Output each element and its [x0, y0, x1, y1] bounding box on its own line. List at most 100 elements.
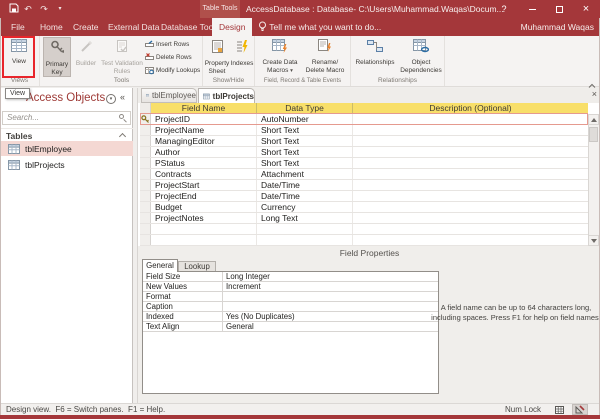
maximize-button[interactable]: [551, 0, 567, 18]
row-selector[interactable]: [140, 147, 151, 157]
row-selector[interactable]: [140, 191, 151, 201]
field-name-cell[interactable]: Contracts: [151, 169, 257, 179]
grid-row-contracts[interactable]: Contracts Attachment: [140, 169, 588, 180]
data-type-cell[interactable]: Currency: [257, 202, 353, 212]
grid-row-projectnotes[interactable]: ProjectNotes Long Text: [140, 213, 588, 224]
tab-general[interactable]: General: [142, 259, 178, 272]
row-selector[interactable]: [140, 158, 151, 168]
property-row-field-size[interactable]: Field Size Long Integer: [143, 272, 438, 282]
minimize-button[interactable]: [524, 0, 540, 18]
row-selector[interactable]: [140, 202, 151, 212]
field-name-cell[interactable]: ProjectNotes: [151, 213, 257, 223]
undo-icon[interactable]: ↶: [22, 3, 34, 15]
property-value[interactable]: General: [223, 322, 438, 331]
col-header-data-type[interactable]: Data Type: [257, 103, 353, 114]
property-row-indexed[interactable]: Indexed Yes (No Duplicates): [143, 312, 438, 322]
description-cell[interactable]: [353, 169, 588, 179]
create-data-macros-button[interactable]: Create Data Macros ▾: [259, 37, 301, 77]
field-name-cell[interactable]: PStatus: [151, 158, 257, 168]
scroll-down-icon[interactable]: [588, 235, 599, 246]
grid-row-author[interactable]: Author Short Text: [140, 147, 588, 158]
description-cell[interactable]: [353, 147, 588, 157]
nav-item-tblemployee[interactable]: tblEmployee: [0, 141, 133, 156]
redo-icon[interactable]: ↷: [38, 3, 50, 15]
row-selector[interactable]: [140, 136, 151, 146]
property-value[interactable]: [223, 302, 438, 311]
grid-row-projectname[interactable]: ProjectName Short Text: [140, 125, 588, 136]
property-row-format[interactable]: Format: [143, 292, 438, 302]
property-row-caption[interactable]: Caption: [143, 302, 438, 312]
data-type-cell[interactable]: Short Text: [257, 158, 353, 168]
doc-tab-tblprojects[interactable]: tblProjects: [198, 88, 255, 103]
row-selector[interactable]: [140, 224, 151, 234]
data-type-cell[interactable]: Date/Time: [257, 191, 353, 201]
test-validation-rules-button[interactable]: Test Validation Rules: [99, 37, 145, 77]
row-selector[interactable]: [140, 235, 151, 245]
data-type-cell[interactable]: Short Text: [257, 136, 353, 146]
row-selector[interactable]: [140, 213, 151, 223]
row-selector[interactable]: [140, 180, 151, 190]
nav-menu-chevron-icon[interactable]: ▾: [106, 94, 116, 104]
close-document-icon[interactable]: ×: [592, 89, 597, 99]
object-dependencies-button[interactable]: Object Dependencies: [399, 37, 443, 77]
primary-key-button[interactable]: Primary Key: [43, 37, 71, 77]
data-type-cell[interactable]: Attachment: [257, 169, 353, 179]
property-value[interactable]: [223, 292, 438, 301]
description-cell[interactable]: [353, 202, 588, 212]
indexes-button[interactable]: Indexes: [230, 37, 254, 77]
modify-lookups-button[interactable]: Modify Lookups: [145, 64, 201, 76]
data-type-cell[interactable]: Short Text: [257, 147, 353, 157]
collapse-section-icon[interactable]: [119, 133, 126, 140]
delete-rows-button[interactable]: Delete Rows: [145, 51, 201, 63]
grid-row-empty[interactable]: [140, 224, 588, 235]
grid-row-projectstart[interactable]: ProjectStart Date/Time: [140, 180, 588, 191]
shutter-close-icon[interactable]: «: [120, 92, 125, 102]
property-row-text-align[interactable]: Text Align General: [143, 322, 438, 332]
scroll-up-icon[interactable]: [588, 114, 599, 125]
grid-row-projectid[interactable]: ProjectID AutoNumber: [140, 114, 588, 125]
collapse-ribbon-icon[interactable]: [588, 76, 596, 82]
col-header-field-name[interactable]: Field Name: [151, 103, 257, 114]
insert-rows-button[interactable]: Insert Rows: [145, 38, 201, 50]
tab-home[interactable]: Home: [33, 18, 70, 36]
row-selector[interactable]: [140, 114, 151, 124]
col-header-description[interactable]: Description (Optional): [353, 103, 588, 114]
description-cell[interactable]: [353, 180, 588, 190]
property-value[interactable]: Long Integer: [223, 272, 438, 281]
grid-row-projectend[interactable]: ProjectEnd Date/Time: [140, 191, 588, 202]
field-name-cell[interactable]: Author: [151, 147, 257, 157]
grid-row-pstatus[interactable]: PStatus Short Text: [140, 158, 588, 169]
grid-row-budget[interactable]: Budget Currency: [140, 202, 588, 213]
tab-design[interactable]: Design: [212, 18, 252, 36]
description-cell[interactable]: [353, 136, 588, 146]
help-button[interactable]: ?: [496, 0, 512, 18]
description-cell[interactable]: [353, 213, 588, 223]
close-button[interactable]: ×: [578, 0, 594, 18]
property-sheet-button[interactable]: Property Sheet: [204, 37, 230, 77]
nav-section-tables[interactable]: Tables: [0, 128, 133, 141]
grid-row-managingeditor[interactable]: ManagingEditor Short Text: [140, 136, 588, 147]
field-name-cell[interactable]: ProjectStart: [151, 180, 257, 190]
property-value[interactable]: Increment: [223, 282, 438, 291]
row-selector[interactable]: [140, 169, 151, 179]
property-value[interactable]: Yes (No Duplicates): [223, 312, 438, 321]
data-type-cell[interactable]: Long Text: [257, 213, 353, 223]
tell-me-box[interactable]: Tell me what you want to do...: [258, 18, 381, 36]
description-cell[interactable]: [353, 191, 588, 201]
description-cell[interactable]: [353, 125, 588, 135]
tab-create[interactable]: Create: [66, 18, 106, 36]
row-selector[interactable]: [140, 125, 151, 135]
search-icon[interactable]: [119, 114, 127, 122]
nav-pane-title[interactable]: Access Objects: [26, 92, 105, 104]
search-input[interactable]: Search...: [2, 111, 131, 125]
field-name-cell[interactable]: ProjectEnd: [151, 191, 257, 201]
design-view-button[interactable]: [572, 404, 588, 415]
description-cell[interactable]: [353, 114, 588, 124]
tab-file[interactable]: File: [4, 18, 32, 36]
data-type-cell[interactable]: Date/Time: [257, 180, 353, 190]
field-name-cell[interactable]: Budget: [151, 202, 257, 212]
grid-scrollbar[interactable]: [588, 103, 599, 246]
nav-item-tblprojects[interactable]: tblProjects: [0, 157, 133, 172]
rename-delete-macro-button[interactable]: Rename/ Delete Macro: [303, 37, 347, 77]
field-name-cell[interactable]: ProjectName: [151, 125, 257, 135]
